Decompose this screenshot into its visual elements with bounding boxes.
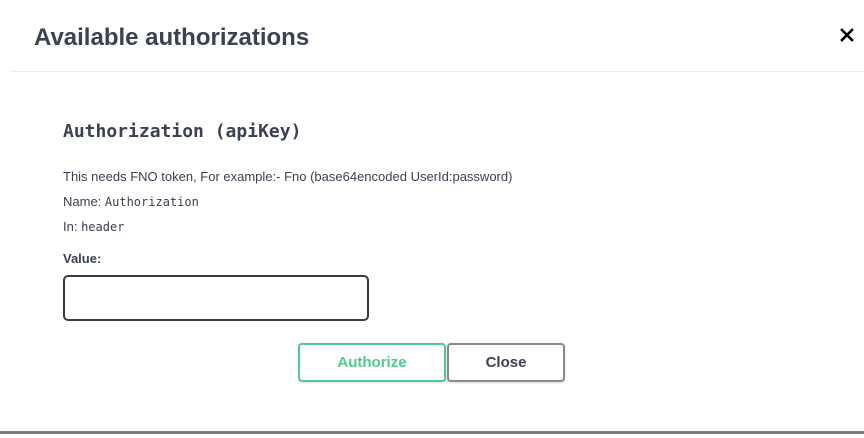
scheme-in-row: In: header [63,219,124,234]
modal-header: Available authorizations [10,4,864,72]
in-label: In: [63,219,82,234]
name-label: Name: [63,194,105,209]
in-value: header [81,220,125,234]
auth-modal: Available authorizations Authorization (… [0,0,864,434]
scheme-name-row: Name: Authorization [63,194,199,209]
value-input[interactable] [63,275,369,321]
value-label: Value: [63,251,102,266]
modal-title: Available authorizations [34,24,310,51]
authorize-button[interactable]: Authorize [298,343,446,382]
scheme-title: Authorization (apiKey) [63,121,302,142]
close-button[interactable]: Close [447,343,565,382]
name-value: Authorization [104,195,199,209]
scheme-description: This needs FNO token, For example:- Fno … [63,169,513,184]
close-x-icon[interactable] [836,24,858,46]
